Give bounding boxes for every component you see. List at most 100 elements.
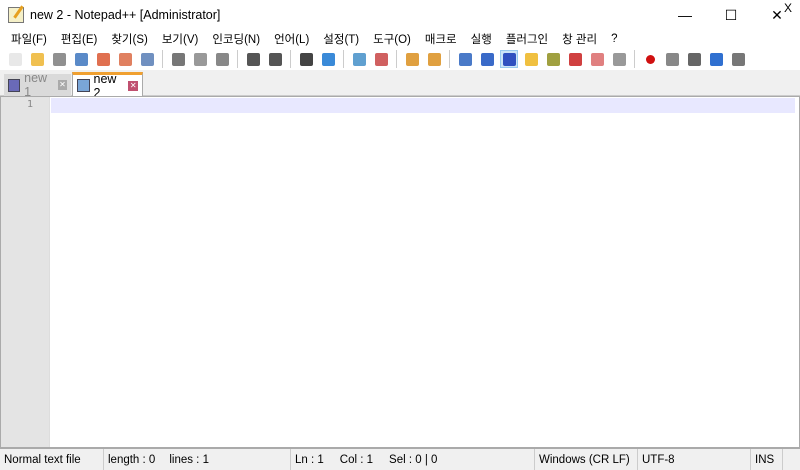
status-lines: lines : 1 — [169, 453, 209, 466]
function-list-button[interactable] — [566, 50, 584, 68]
save-button[interactable] — [50, 50, 68, 68]
new-file-icon — [8, 52, 22, 66]
sync-vertical-icon — [405, 52, 419, 66]
play-macro-icon — [687, 52, 701, 66]
close-button[interactable] — [94, 50, 112, 68]
line-number: 1 — [26, 99, 33, 110]
toolbar-separator — [237, 50, 238, 68]
udl-button[interactable] — [522, 50, 540, 68]
paste-icon — [215, 52, 229, 66]
record-macro-icon — [645, 54, 655, 64]
status-position: Ln : 1 Col : 1 Sel : 0 | 0 — [291, 449, 535, 470]
open-file-button[interactable] — [28, 50, 46, 68]
udl-icon — [524, 52, 538, 66]
indent-guide-button[interactable] — [500, 50, 518, 68]
menu-item[interactable]: 인코딩(N) — [205, 31, 267, 47]
menu-item[interactable]: ? — [604, 33, 624, 45]
menu-item[interactable]: 매크로 — [418, 31, 464, 47]
close-all-icon — [118, 52, 132, 66]
toolbar-separator — [343, 50, 344, 68]
text-editor[interactable]: 1 — [0, 96, 800, 448]
cut-button[interactable] — [169, 50, 187, 68]
close-document-button[interactable]: X — [784, 1, 792, 15]
find-button[interactable] — [297, 50, 315, 68]
menu-item[interactable]: 창 관리 — [555, 31, 604, 47]
undo-button[interactable] — [244, 50, 262, 68]
window-title: new 2 - Notepad++ [Administrator] — [30, 8, 221, 22]
tab-bar: new 1 ✕ new 2 ✕ — [0, 70, 800, 100]
redo-icon — [268, 52, 282, 66]
tab-close-icon[interactable]: ✕ — [128, 80, 138, 91]
close-button[interactable]: ✕ — [754, 0, 800, 30]
menu-item[interactable]: 실행 — [464, 31, 499, 47]
line-number-gutter: 1 — [1, 97, 50, 447]
toolbar-separator — [396, 50, 397, 68]
zoom-out-icon — [374, 52, 388, 66]
play-macro-button[interactable] — [685, 50, 703, 68]
monitoring-button[interactable] — [610, 50, 628, 68]
open-file-icon — [30, 52, 44, 66]
stop-macro-button[interactable] — [663, 50, 681, 68]
save-macro-button[interactable] — [729, 50, 747, 68]
zoom-in-icon — [352, 52, 366, 66]
menu-item[interactable]: 편집(E) — [54, 31, 105, 47]
toolbar — [0, 48, 800, 70]
print-button[interactable] — [138, 50, 156, 68]
save-icon — [8, 78, 21, 92]
folder-workspace-icon — [590, 52, 604, 66]
status-insert-mode[interactable]: INS — [751, 449, 783, 470]
status-length-lines: length : 0 lines : 1 — [104, 449, 291, 470]
replace-icon — [321, 52, 335, 66]
stop-macro-icon — [665, 52, 679, 66]
doc-map-icon — [546, 52, 560, 66]
status-file-type: Normal text file — [0, 449, 104, 470]
menu-item[interactable]: 파일(F) — [4, 31, 54, 47]
toolbar-separator — [290, 50, 291, 68]
tab-label: new 1 — [24, 71, 48, 99]
menu-bar: 파일(F) 편집(E) 찾기(S) 보기(V) 인코딩(N) 언어(L) 설정(T) 도구(O… — [0, 30, 800, 48]
zoom-out-button[interactable] — [372, 50, 390, 68]
show-all-chars-icon — [480, 52, 494, 66]
sync-horizontal-button[interactable] — [425, 50, 443, 68]
doc-map-button[interactable] — [544, 50, 562, 68]
zoom-in-button[interactable] — [350, 50, 368, 68]
sync-vertical-button[interactable] — [403, 50, 421, 68]
copy-button[interactable] — [191, 50, 209, 68]
menu-item[interactable]: 보기(V) — [155, 31, 206, 47]
new-file-button[interactable] — [6, 50, 24, 68]
function-list-icon — [568, 52, 582, 66]
toolbar-separator — [634, 50, 635, 68]
play-macro-multiple-button[interactable] — [707, 50, 725, 68]
save-all-button[interactable] — [72, 50, 90, 68]
save-macro-icon — [731, 52, 745, 66]
replace-button[interactable] — [319, 50, 337, 68]
redo-button[interactable] — [266, 50, 284, 68]
tab-new-1[interactable]: new 1 ✕ — [4, 71, 71, 99]
save-all-icon — [74, 52, 88, 66]
folder-workspace-button[interactable] — [588, 50, 606, 68]
status-ln: Ln : 1 — [295, 453, 324, 466]
word-wrap-icon — [458, 52, 472, 66]
maximize-button[interactable]: ☐ — [708, 0, 754, 30]
status-bar: Normal text file length : 0 lines : 1 Ln… — [0, 448, 800, 470]
status-sel: Sel : 0 | 0 — [389, 453, 438, 466]
status-col: Col : 1 — [339, 453, 374, 466]
monitoring-icon — [612, 52, 626, 66]
show-all-chars-button[interactable] — [478, 50, 496, 68]
word-wrap-button[interactable] — [456, 50, 474, 68]
record-macro-button[interactable] — [641, 50, 659, 68]
notepad-icon — [8, 7, 24, 23]
tab-close-icon[interactable]: ✕ — [57, 80, 68, 90]
minimize-button[interactable]: — — [662, 0, 708, 30]
paste-button[interactable] — [213, 50, 231, 68]
status-eol[interactable]: Windows (CR LF) — [535, 449, 638, 470]
tab-new-2[interactable]: new 2 ✕ — [72, 72, 143, 100]
toolbar-separator — [449, 50, 450, 68]
menu-item[interactable]: 설정(T) — [316, 31, 366, 47]
menu-item[interactable]: 플러그인 — [499, 31, 555, 47]
menu-item[interactable]: 도구(O) — [366, 31, 418, 47]
menu-item[interactable]: 언어(L) — [267, 31, 316, 47]
status-encoding[interactable]: UTF-8 — [638, 449, 751, 470]
menu-item[interactable]: 찾기(S) — [104, 31, 155, 47]
close-all-button[interactable] — [116, 50, 134, 68]
